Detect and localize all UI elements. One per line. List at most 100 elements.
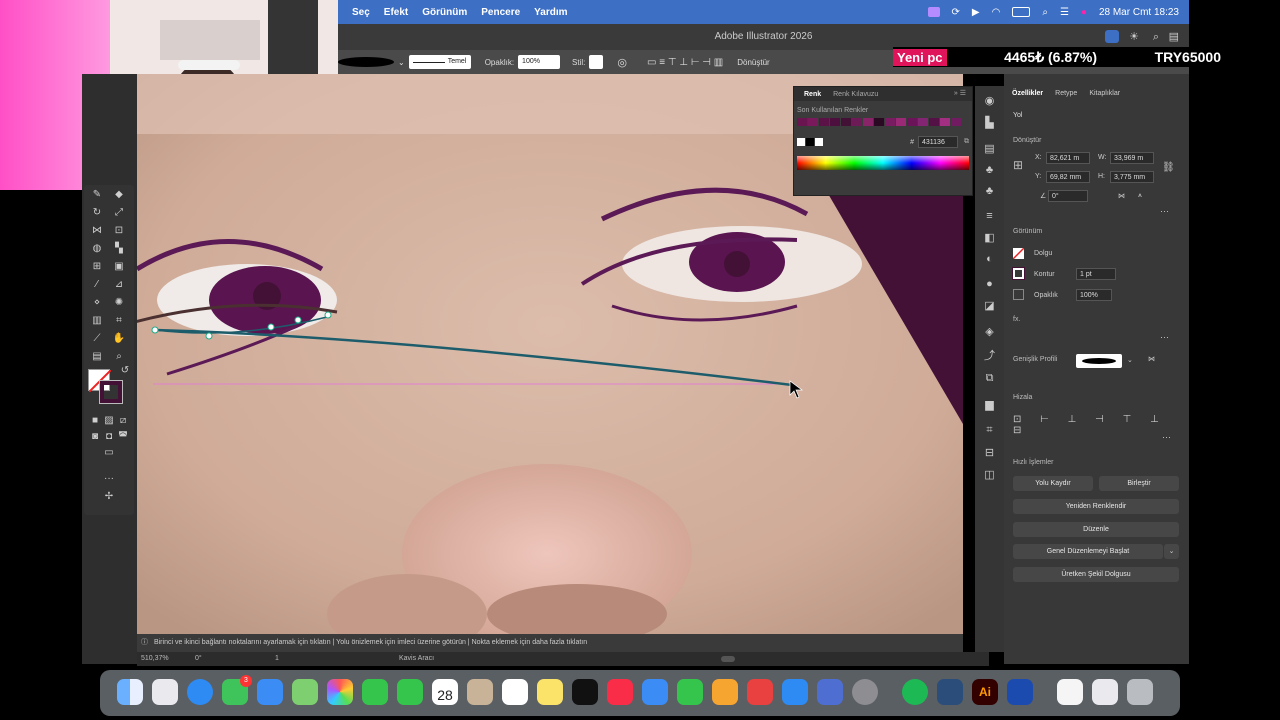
slice-tool-icon[interactable]: ⟋: [90, 333, 104, 345]
artboards-panel-icon[interactable]: ⧉: [986, 372, 994, 385]
menu-extra-icon[interactable]: [927, 7, 940, 17]
symbol-sprayer-icon[interactable]: ✺: [112, 297, 126, 309]
tab-retype[interactable]: Retype: [1055, 90, 1077, 97]
fx-label[interactable]: fx.: [1013, 316, 1020, 323]
calendar-icon[interactable]: 28: [432, 679, 458, 705]
brush-dropdown-icon[interactable]: ⌄: [398, 58, 405, 67]
stroke-style-select[interactable]: Temel: [408, 55, 471, 69]
align-panel-icon[interactable]: ⊟: [985, 446, 994, 459]
settings-icon[interactable]: [852, 679, 878, 705]
play-icon[interactable]: ▶: [972, 7, 980, 18]
keynote-icon[interactable]: [642, 679, 668, 705]
menu-effect[interactable]: Efekt: [384, 7, 408, 18]
edit-toolbar-icon[interactable]: ✢: [102, 491, 116, 503]
sync-icon[interactable]: ⟳: [952, 7, 960, 18]
messages-icon[interactable]: 3: [222, 675, 252, 705]
zoom-tool-icon[interactable]: ⌕: [112, 351, 126, 363]
merge-button[interactable]: Birleştir: [1099, 476, 1179, 491]
recent-swatch[interactable]: [797, 118, 807, 126]
panel-menu-icon[interactable]: » ☰: [954, 89, 966, 97]
live-paint-icon[interactable]: ▚: [112, 243, 126, 255]
rotate-tool-icon[interactable]: ↻: [90, 207, 104, 219]
zoom-field[interactable]: 510,37%: [141, 652, 169, 666]
comments-panel-icon[interactable]: ▆: [985, 398, 993, 411]
hand-tool-icon[interactable]: ✋: [112, 333, 126, 345]
recent-swatch[interactable]: [929, 118, 939, 126]
global-edit-button[interactable]: Genel Düzenlemeyi Başlat: [1013, 544, 1163, 559]
constrain-proportions-icon[interactable]: ⛓: [1162, 162, 1175, 173]
width-profile-select[interactable]: [1076, 354, 1122, 368]
pages-icon[interactable]: [712, 679, 738, 705]
color-mode-icon[interactable]: ■: [88, 415, 102, 427]
recent-swatch[interactable]: [852, 118, 862, 126]
finder-icon[interactable]: [117, 679, 143, 705]
opacity-input[interactable]: 100%: [1076, 289, 1112, 301]
offset-path-button[interactable]: Yolu Kaydır: [1013, 476, 1093, 491]
spotify-icon[interactable]: [902, 679, 928, 705]
recolor-icon[interactable]: ◎: [617, 56, 627, 69]
tab-libraries[interactable]: Kitaplıklar: [1089, 90, 1120, 97]
transform-more-icon[interactable]: ···: [1160, 206, 1169, 216]
stroke-icon[interactable]: [1012, 267, 1025, 280]
more-tools-icon[interactable]: ···: [102, 473, 116, 485]
recent-swatch[interactable]: [819, 118, 829, 126]
fill-label[interactable]: Dolgu: [1034, 250, 1052, 257]
recent-swatch[interactable]: [808, 118, 818, 126]
w-input[interactable]: 33,969 m: [1110, 152, 1154, 164]
siri-icon[interactable]: ●: [1081, 7, 1087, 18]
generative-fill-button[interactable]: Üretken Şekil Dolgusu: [1013, 567, 1179, 582]
stroke-label[interactable]: Kontur: [1034, 271, 1055, 278]
recent-swatch[interactable]: [863, 118, 873, 126]
black-swatch[interactable]: [806, 138, 814, 146]
color-spectrum[interactable]: [797, 156, 969, 170]
share-icon[interactable]: [1105, 30, 1119, 43]
fill-icon[interactable]: [1013, 248, 1024, 259]
pencil-tool-icon[interactable]: ✎: [90, 189, 104, 201]
wifi-icon[interactable]: ◠: [992, 7, 1001, 18]
copy-icon[interactable]: ⧉: [964, 138, 969, 146]
control-center-icon[interactable]: ☰: [1060, 7, 1069, 18]
finder-drive-icon[interactable]: [937, 679, 963, 705]
spotlight-icon[interactable]: ⌕: [1042, 7, 1048, 18]
draw-inside-icon[interactable]: ◚: [116, 431, 130, 443]
preview-icon[interactable]: [817, 679, 843, 705]
arrange-button[interactable]: Düzenle: [1013, 522, 1179, 537]
maps-icon[interactable]: [292, 679, 318, 705]
recent-swatch[interactable]: [951, 118, 961, 126]
print-tiling-icon[interactable]: ▤: [90, 351, 104, 363]
artboard-tool-icon[interactable]: ⌗: [112, 315, 126, 327]
recent-swatch[interactable]: [841, 118, 851, 126]
scale-tool-icon[interactable]: ⤢: [112, 207, 126, 219]
align-icons[interactable]: ▭ ≡ ⊤ ⊥ ⊢ ⊣ ▥: [647, 57, 723, 68]
screen-mode-icon[interactable]: ▭: [102, 447, 116, 459]
shape-builder-icon[interactable]: ◍: [90, 243, 104, 255]
trash-icon[interactable]: [1127, 679, 1153, 705]
brushes-panel-icon[interactable]: ▤: [984, 142, 994, 155]
draw-behind-icon[interactable]: ◘: [102, 431, 116, 443]
screen-icon[interactable]: [1092, 679, 1118, 705]
menu-window[interactable]: Pencere: [481, 7, 520, 18]
none-swatch[interactable]: [797, 138, 805, 146]
vpn-icon[interactable]: [1007, 679, 1033, 705]
transparency-panel-icon[interactable]: ◐: [986, 253, 993, 265]
launchpad-icon[interactable]: [152, 679, 178, 705]
angle-input[interactable]: 0°: [1048, 190, 1088, 202]
graph-tool-icon[interactable]: ▥: [90, 315, 104, 327]
tab-color-guide[interactable]: Renk Kılavuzu: [833, 91, 878, 98]
swap-colors-icon[interactable]: ↺: [118, 365, 132, 377]
stroke-swatch[interactable]: [99, 380, 123, 404]
white-swatch[interactable]: [815, 138, 823, 146]
tab-color[interactable]: Renk: [804, 91, 821, 98]
width-tool-icon[interactable]: ⋈: [90, 225, 104, 237]
free-transform-icon[interactable]: ⊡: [112, 225, 126, 237]
flip-vertical-icon[interactable]: ⩚: [1138, 192, 1142, 200]
recolor-button[interactable]: Yeniden Renklendir: [1013, 499, 1179, 514]
export-panel-icon[interactable]: ⤴: [984, 347, 995, 363]
menu-select[interactable]: Seç: [352, 7, 370, 18]
hex-input[interactable]: 431136: [918, 136, 958, 148]
h-input[interactable]: 3,775 mm: [1110, 171, 1154, 183]
graphic-styles-icon[interactable]: ♣: [986, 185, 993, 197]
recent-swatch[interactable]: [896, 118, 906, 126]
gradient-panel-icon[interactable]: ◧: [984, 231, 994, 244]
facetime-icon[interactable]: [362, 679, 388, 705]
